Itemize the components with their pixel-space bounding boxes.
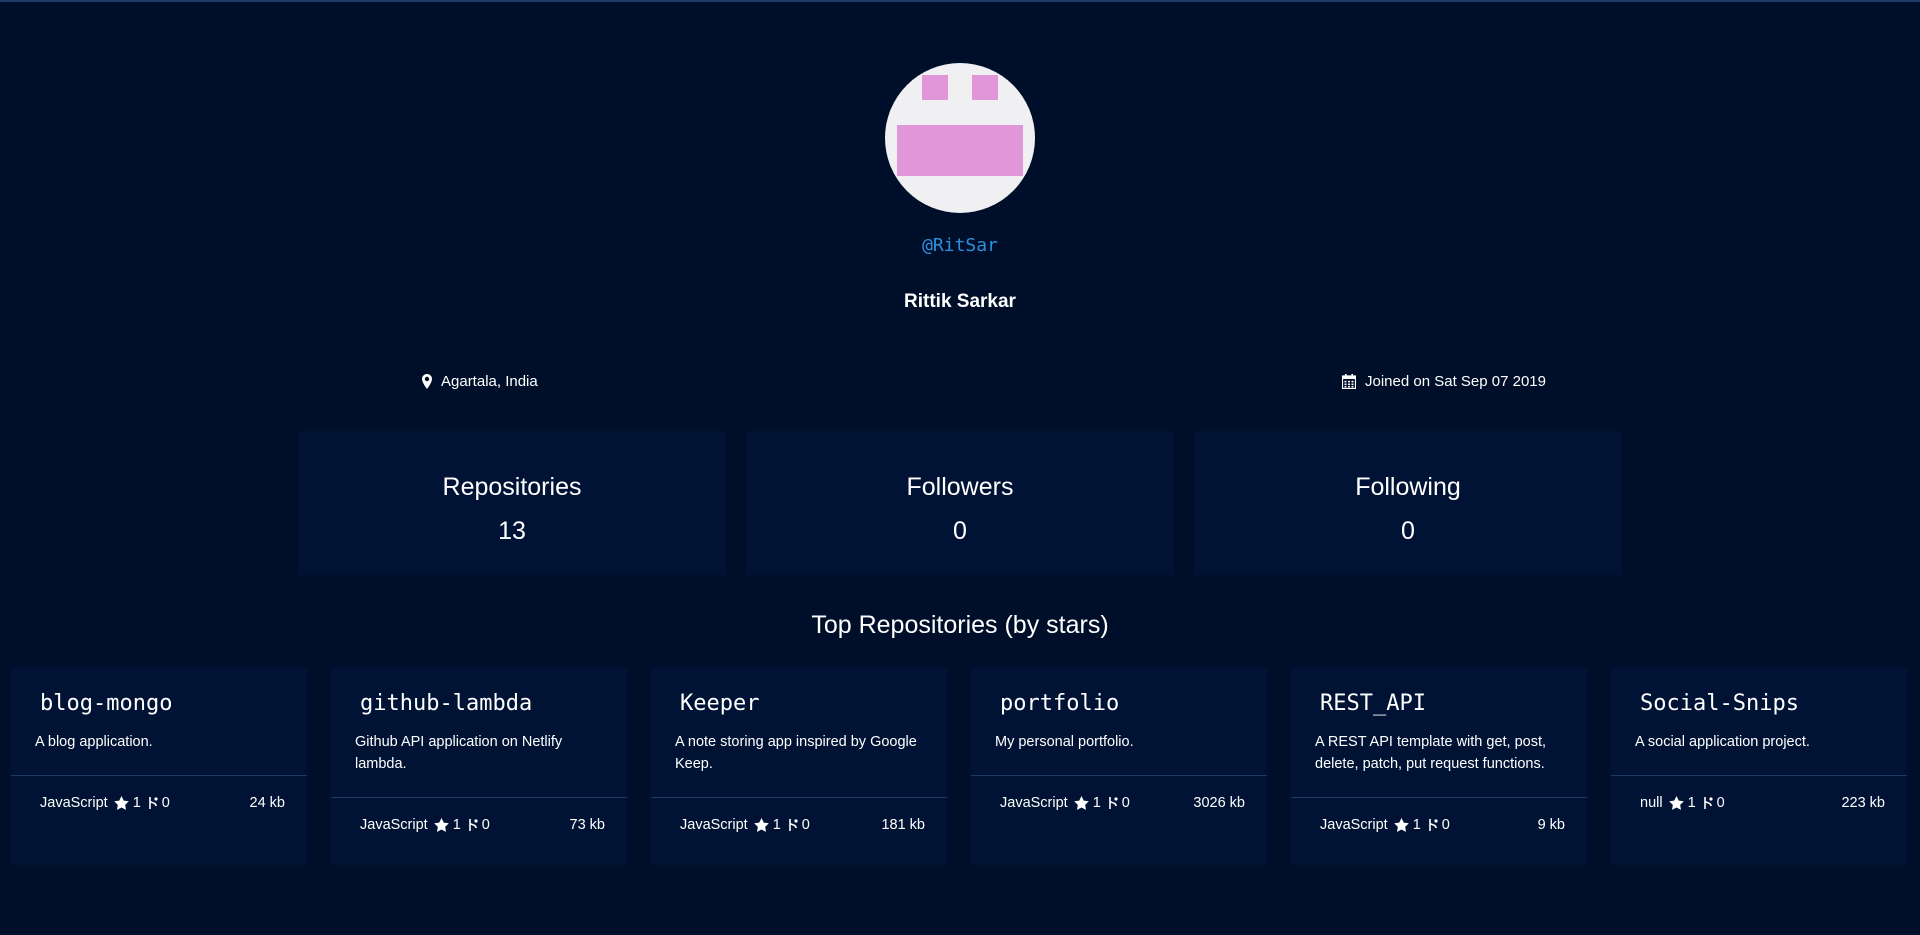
- repo-language: null: [1640, 795, 1663, 811]
- repo-description: A blog application.: [35, 734, 153, 750]
- repo-forks: 0: [1716, 795, 1725, 811]
- repo-description: A social application project.: [1635, 734, 1810, 750]
- repo-divider: [971, 775, 1267, 776]
- top-border: [0, 0, 1920, 2]
- star-icon: [753, 818, 769, 832]
- repo-footer: null 1 0 223 kb: [1640, 795, 1885, 811]
- stat-card-followers: Followers 0: [747, 431, 1173, 575]
- repo-size: 181 kb: [881, 817, 925, 833]
- repo-card[interactable]: github-lambda Github API application on …: [331, 667, 627, 865]
- stat-label: Followers: [906, 473, 1014, 501]
- repo-language: JavaScript: [360, 817, 428, 833]
- location-text: Agartala, India: [441, 373, 538, 390]
- avatar-pixel: [922, 75, 948, 100]
- stat-label: Repositories: [442, 473, 582, 501]
- repo-divider: [1611, 775, 1907, 776]
- repo-stars: 1: [452, 817, 461, 833]
- repo-footer: JavaScript 1 0 73 kb: [360, 817, 605, 833]
- repo-divider: [331, 797, 627, 798]
- repo-card[interactable]: portfolio My personal portfolio. JavaScr…: [971, 667, 1267, 865]
- repo-size: 223 kb: [1841, 795, 1885, 811]
- repo-stars: 1: [132, 795, 141, 811]
- repo-name: Social-Snips: [1640, 691, 1799, 716]
- fork-icon: [1108, 796, 1118, 810]
- repo-footer: JavaScript 1 0 24 kb: [40, 795, 285, 811]
- repo-card[interactable]: Social-Snips A social application projec…: [1611, 667, 1907, 865]
- repo-footer: JavaScript 1 0 9 kb: [1320, 817, 1565, 833]
- repo-divider: [1291, 797, 1587, 798]
- repo-description: A note storing app inspired by Google Ke…: [675, 734, 917, 772]
- repo-footer: JavaScript 1 0 3026 kb: [1000, 795, 1245, 811]
- fork-icon: [468, 818, 478, 832]
- repo-divider: [11, 775, 307, 776]
- repo-name: blog-mongo: [40, 691, 173, 716]
- repo-forks: 0: [1121, 795, 1130, 811]
- fork-icon: [148, 796, 158, 810]
- repo-stars: 1: [772, 817, 781, 833]
- calendar-icon: [1342, 374, 1356, 389]
- repo-language: JavaScript: [40, 795, 108, 811]
- stat-value: 13: [498, 517, 526, 545]
- repo-card[interactable]: REST_API A REST API template with get, p…: [1291, 667, 1587, 865]
- stat-value: 0: [953, 517, 967, 545]
- repo-name: Keeper: [680, 691, 760, 716]
- repo-name: REST_API: [1320, 691, 1426, 716]
- star-icon: [1668, 796, 1684, 810]
- repo-forks: 0: [161, 795, 170, 811]
- repo-forks: 0: [1441, 817, 1450, 833]
- repo-stars: 1: [1412, 817, 1421, 833]
- stat-label: Following: [1355, 473, 1461, 501]
- fork-icon: [1428, 818, 1438, 832]
- stat-card-repositories: Repositories 13: [299, 431, 725, 575]
- repo-size: 73 kb: [569, 817, 605, 833]
- repo-language: JavaScript: [1000, 795, 1068, 811]
- stat-card-following: Following 0: [1195, 431, 1621, 575]
- profile-name: Rittik Sarkar: [904, 291, 1016, 312]
- repo-language: JavaScript: [1320, 817, 1388, 833]
- star-icon: [1393, 818, 1409, 832]
- avatar-pixel: [972, 75, 998, 100]
- fork-icon: [788, 818, 798, 832]
- repo-description: A REST API template with get, post, dele…: [1315, 734, 1547, 772]
- profile-joined: Joined on Sat Sep 07 2019: [1342, 373, 1546, 390]
- repo-language: JavaScript: [680, 817, 748, 833]
- stat-value: 0: [1401, 517, 1415, 545]
- repo-card[interactable]: blog-mongo A blog application. JavaScrip…: [11, 667, 307, 865]
- repo-stars: 1: [1687, 795, 1696, 811]
- avatar: [885, 63, 1035, 213]
- repo-size: 9 kb: [1537, 817, 1565, 833]
- avatar-pixel: [897, 125, 1023, 176]
- top-repositories-heading: Top Repositories (by stars): [811, 611, 1109, 639]
- repo-forks: 0: [481, 817, 490, 833]
- profile-handle-link[interactable]: @RitSar: [0, 235, 1920, 256]
- joined-text: Joined on Sat Sep 07 2019: [1365, 373, 1546, 390]
- repo-divider: [651, 797, 947, 798]
- map-marker-icon: [422, 374, 432, 389]
- repo-size: 24 kb: [249, 795, 285, 811]
- repo-size: 3026 kb: [1193, 795, 1245, 811]
- repo-footer: JavaScript 1 0 181 kb: [680, 817, 925, 833]
- repo-description: My personal portfolio.: [995, 734, 1134, 750]
- star-icon: [113, 796, 129, 810]
- fork-icon: [1703, 796, 1713, 810]
- repo-stars: 1: [1092, 795, 1101, 811]
- star-icon: [433, 818, 449, 832]
- repo-name: github-lambda: [360, 691, 533, 716]
- repo-forks: 0: [801, 817, 810, 833]
- star-icon: [1073, 796, 1089, 810]
- repo-description: Github API application on Netlify lambda…: [355, 734, 563, 772]
- repo-name: portfolio: [1000, 691, 1120, 716]
- repo-card[interactable]: Keeper A note storing app inspired by Go…: [651, 667, 947, 865]
- profile-location: Agartala, India: [422, 373, 538, 390]
